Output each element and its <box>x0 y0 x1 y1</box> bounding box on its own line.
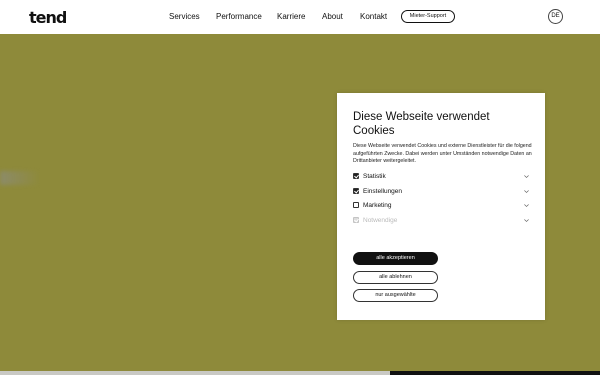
dialog-description: Diese Webseite verwendet Cookies und ext… <box>353 143 532 164</box>
footer-strip-left <box>0 371 390 375</box>
hero-blurred-content <box>0 171 40 185</box>
nav-kontakt[interactable]: Kontakt <box>360 12 387 21</box>
option-label: Notwendige <box>363 217 398 224</box>
notwendige-checkbox <box>353 217 359 223</box>
nav-services[interactable]: Services <box>169 12 200 21</box>
logo[interactable]: tend <box>29 8 67 27</box>
cookie-option-einstellungen[interactable]: Einstellungen <box>353 187 529 197</box>
nav-performance[interactable]: Performance <box>216 12 262 21</box>
chevron-down-icon[interactable] <box>524 202 529 209</box>
chevron-down-icon[interactable] <box>524 188 529 195</box>
statistik-checkbox[interactable] <box>353 173 359 179</box>
option-label: Einstellungen <box>363 188 403 195</box>
cookie-option-statistik[interactable]: Statistik <box>353 172 529 182</box>
option-label: Marketing <box>363 202 392 209</box>
mieter-support-button[interactable]: Mieter-Support <box>401 10 455 23</box>
nav-karriere[interactable]: Karriere <box>277 12 305 21</box>
accept-selected-button[interactable]: nur ausgewählte <box>353 289 438 302</box>
accept-all-button[interactable]: alle akzeptieren <box>353 252 438 265</box>
marketing-checkbox[interactable] <box>353 202 359 208</box>
chevron-down-icon[interactable] <box>524 217 529 224</box>
chevron-down-icon[interactable] <box>524 173 529 180</box>
language-switcher[interactable]: DE <box>548 9 563 24</box>
option-label: Statistik <box>363 173 386 180</box>
einstellungen-checkbox[interactable] <box>353 188 359 194</box>
footer-strip-right <box>390 371 600 375</box>
dialog-title: Diese Webseite verwendet Cookies <box>353 111 490 137</box>
reject-all-button[interactable]: alle ablehnen <box>353 271 438 284</box>
site-header: tend Services Performance Karriere About… <box>0 0 600 34</box>
cookie-option-notwendige: Notwendige <box>353 216 529 226</box>
cookie-option-marketing[interactable]: Marketing <box>353 201 529 211</box>
nav-about[interactable]: About <box>322 12 343 21</box>
